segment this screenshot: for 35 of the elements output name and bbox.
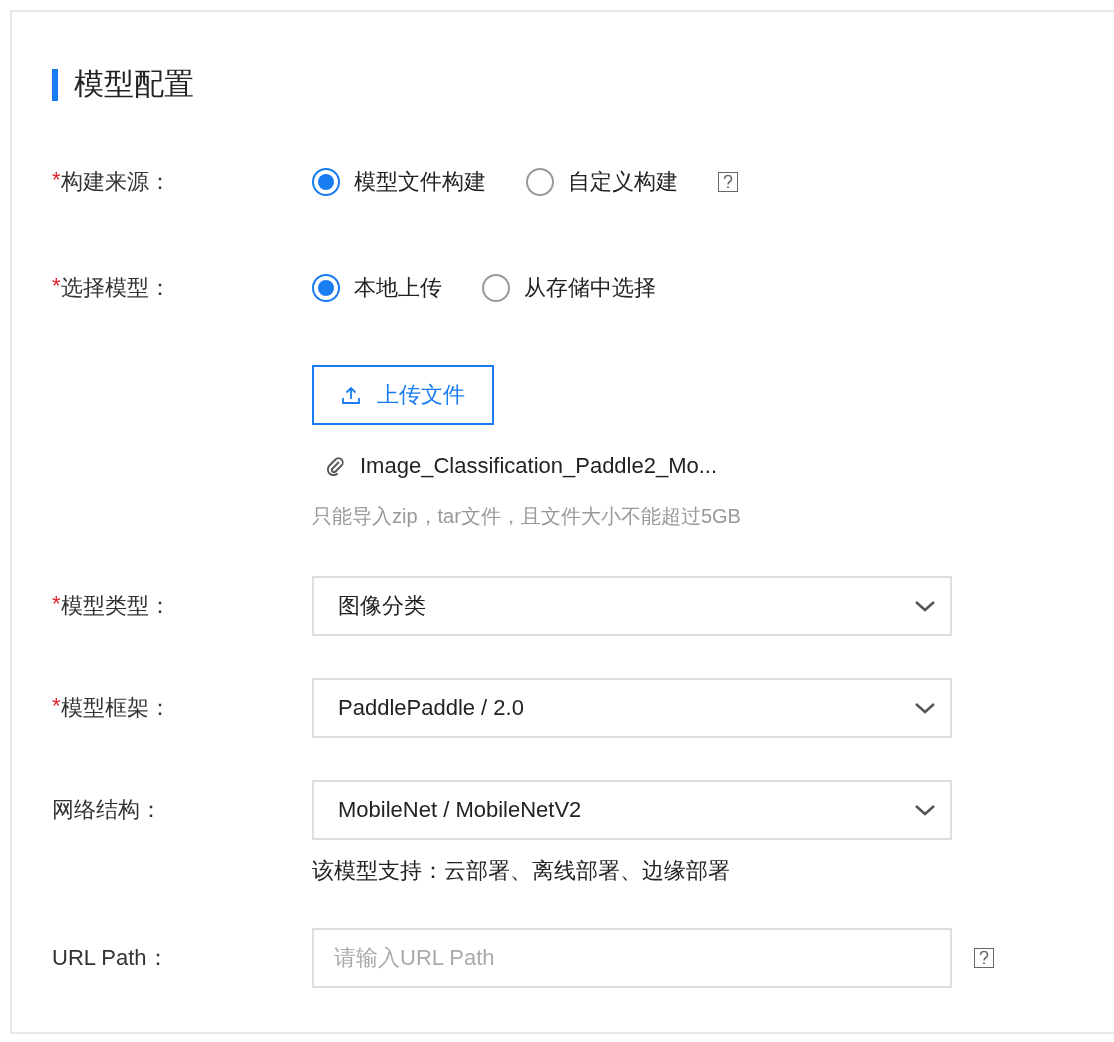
radio-option[interactable]: 从存储中选择 (482, 273, 656, 303)
file-name[interactable]: Image_Classification_Paddle2_Mo... (360, 453, 718, 479)
field-label: URL Path： (52, 944, 169, 972)
select-field[interactable]: MobileNet / MobileNetV2 (312, 780, 952, 840)
radio-icon[interactable] (312, 274, 340, 302)
upload-icon (341, 385, 361, 405)
field-label: 模型框架： (60, 694, 171, 722)
required-mark: * (52, 273, 61, 300)
radio-option[interactable]: 本地上传 (312, 273, 442, 303)
chevron-down-icon (914, 702, 936, 714)
required-mark: * (52, 591, 61, 618)
field-label: 构建来源： (60, 168, 171, 196)
title-accent-bar (52, 68, 58, 101)
required-mark: * (52, 167, 61, 194)
select-field[interactable]: 图像分类 (312, 576, 952, 636)
section-title: 模型配置 (74, 66, 194, 102)
chevron-down-icon (914, 804, 936, 816)
radio-icon[interactable] (526, 168, 554, 196)
required-mark: * (52, 693, 61, 720)
field-label: 模型类型： (60, 592, 171, 620)
input-field[interactable]: 请输入URL Path (312, 928, 952, 988)
select-field[interactable]: PaddlePaddle / 2.0 (312, 678, 952, 738)
help-icon[interactable] (974, 948, 994, 968)
upload-button[interactable]: 上传文件 (312, 365, 494, 425)
field-label: 选择模型： (60, 274, 171, 302)
help-icon[interactable] (718, 172, 738, 192)
paperclip-icon (326, 456, 344, 476)
chevron-down-icon (914, 600, 936, 612)
radio-option[interactable]: 模型文件构建 (312, 167, 486, 197)
radio-icon[interactable] (482, 274, 510, 302)
support-note: 该模型支持：云部署、离线部署、边缘部署 (312, 857, 731, 885)
field-label: 网络结构： (52, 796, 162, 824)
radio-icon[interactable] (312, 168, 340, 196)
radio-option[interactable]: 自定义构建 (526, 167, 678, 197)
upload-hint: 只能导入zip，tar文件，且文件大小不能超过5GB (312, 504, 742, 529)
